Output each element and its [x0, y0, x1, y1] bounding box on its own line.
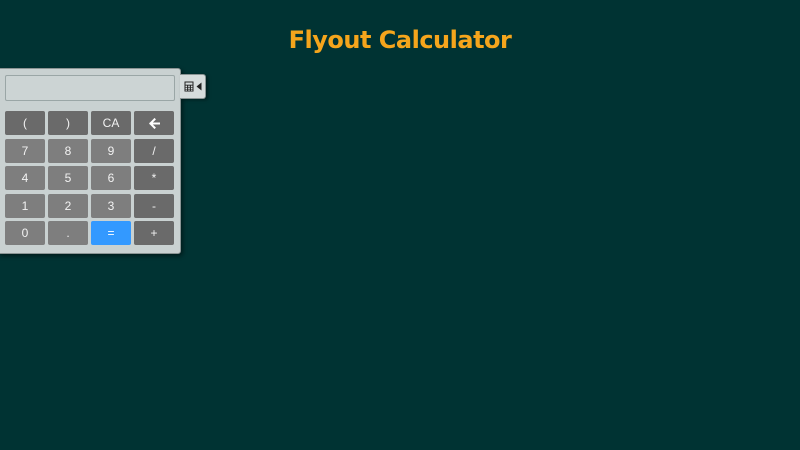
- key-label: 6: [107, 171, 115, 185]
- key-label: /: [152, 143, 156, 158]
- key-label: 2: [64, 198, 72, 213]
- key-9[interactable]: 9: [91, 138, 131, 163]
- key-label: -: [152, 198, 156, 213]
- key-4[interactable]: 4: [5, 166, 45, 190]
- key-equals[interactable]: =: [91, 221, 131, 245]
- key-0[interactable]: 0: [5, 221, 45, 245]
- key-label: 9: [107, 143, 115, 158]
- key-divide[interactable]: /: [134, 138, 174, 163]
- calculator-display[interactable]: [5, 75, 175, 101]
- key-label: =: [107, 226, 115, 240]
- key-label: ): [66, 116, 70, 130]
- calculator-icon: [184, 81, 193, 92]
- arrow-left-icon: [148, 117, 160, 129]
- key-subtract[interactable]: -: [134, 193, 174, 218]
- key-label: 4: [21, 171, 29, 185]
- key-add[interactable]: +: [134, 221, 174, 245]
- key-label: CA: [102, 116, 120, 130]
- key-multiply[interactable]: *: [134, 166, 174, 190]
- key-5[interactable]: 5: [48, 166, 88, 190]
- calculator-keypad: () CA 7 8 9 / 4 5 6 * 1 2 3 - 0. = +: [5, 111, 176, 245]
- key-clear-all[interactable]: CA: [91, 111, 131, 135]
- key-3[interactable]: 3: [91, 193, 131, 218]
- key-2[interactable]: 2: [48, 193, 88, 218]
- key-label: 1: [21, 198, 29, 213]
- key-label: 3: [107, 198, 115, 213]
- key-label: *: [151, 171, 157, 185]
- key-8[interactable]: 8: [48, 138, 88, 163]
- key-1[interactable]: 1: [5, 193, 45, 218]
- key-label: 0: [21, 226, 29, 240]
- key-backspace[interactable]: [134, 111, 174, 135]
- key-label: 5: [64, 171, 72, 185]
- key-6[interactable]: 6: [91, 166, 131, 190]
- key-label: .: [66, 226, 70, 240]
- key-close-paren[interactable]: ): [48, 111, 88, 135]
- key-open-paren[interactable]: (: [5, 111, 45, 135]
- key-7[interactable]: 7: [5, 138, 45, 163]
- calculator-toggle-button[interactable]: [180, 74, 206, 99]
- key-label: +: [150, 226, 158, 240]
- key-label: (: [23, 116, 27, 130]
- key-label: 8: [64, 143, 72, 158]
- page-title: Flyout Calculator: [288, 26, 512, 54]
- caret-left-icon: [196, 82, 201, 91]
- calculator-panel: () CA 7 8 9 / 4 5 6 * 1 2 3 - 0. = +: [0, 68, 181, 254]
- key-label: 7: [21, 143, 29, 158]
- key-decimal[interactable]: .: [48, 221, 88, 245]
